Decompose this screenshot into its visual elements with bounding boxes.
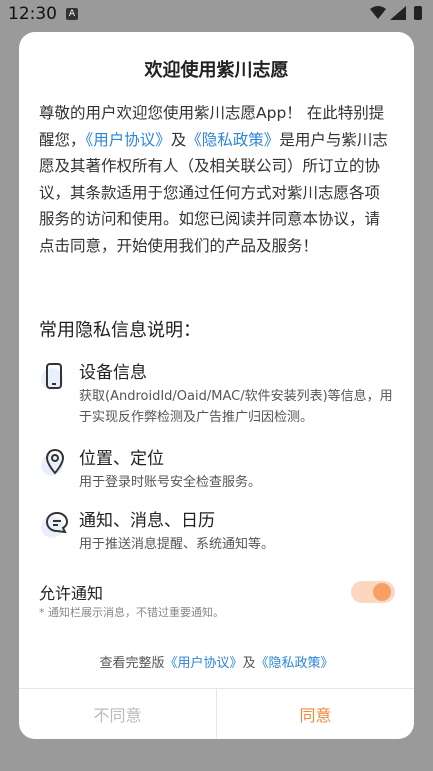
- signal-icon: [390, 6, 406, 20]
- phone-icon: [41, 362, 71, 394]
- privacy-item-desc: 获取(AndroidId/Oaid/MAC/软件安装列表)等信息，用于实现反作弊…: [79, 389, 393, 425]
- message-icon: [41, 510, 71, 542]
- privacy-item-desc: 用于登录时账号安全检查服务。: [79, 475, 262, 490]
- footer-links: 查看完整版《用户协议》及《隐私政策》: [19, 652, 414, 671]
- status-time: 12:30: [8, 4, 57, 24]
- dialog-title: 欢迎使用紫川志愿: [144, 60, 289, 81]
- intro-text: 尊敬的用户欢迎您使用紫川志愿App！ 在此特别提醒您，《用户协议》及《隐私政策》…: [39, 100, 394, 259]
- disagree-button[interactable]: 不同意: [19, 689, 216, 739]
- intro-part2: 是用户与紫川志愿及其著作权所有人（及相关联公司）所订立的协议，其条款适用于您通过…: [39, 130, 388, 255]
- intro-and: 及: [170, 130, 187, 149]
- battery-icon: [414, 6, 422, 20]
- privacy-item-label: 设备信息: [79, 363, 147, 383]
- privacy-policy-link[interactable]: 《隐私政策》: [186, 131, 279, 149]
- footer-user-agreement-link[interactable]: 《用户协议》: [164, 656, 242, 671]
- toggle-knob: [373, 583, 391, 601]
- privacy-item-label: 位置、定位: [79, 449, 164, 469]
- footer-privacy-policy-link[interactable]: 《隐私政策》: [256, 656, 334, 671]
- wifi-icon: [370, 6, 386, 19]
- allow-notifications-toggle[interactable]: [351, 581, 395, 603]
- privacy-dialog: 欢迎使用紫川志愿 尊敬的用户欢迎您使用紫川志愿App！ 在此特别提醒您，《用户协…: [19, 32, 414, 739]
- agree-button[interactable]: 同意: [217, 689, 414, 739]
- privacy-item-desc: 用于推送消息提醒、系统通知等。: [79, 537, 275, 552]
- footer-and: 及: [242, 656, 256, 671]
- privacy-item-label: 通知、消息、日历: [79, 511, 215, 531]
- status-bar: 12:30 A: [0, 0, 433, 30]
- privacy-section-title: 常用隐私信息说明：: [39, 320, 201, 341]
- user-agreement-link[interactable]: 《用户协议》: [86, 131, 171, 149]
- allow-notifications-label: 允许通知: [39, 584, 104, 603]
- footer-prefix: 查看完整版: [99, 656, 165, 671]
- location-pin-icon: [41, 448, 71, 480]
- allow-notifications-note: * 通知栏展示消息，不错过重要通知。: [39, 606, 224, 619]
- notification-icon: A: [66, 8, 78, 20]
